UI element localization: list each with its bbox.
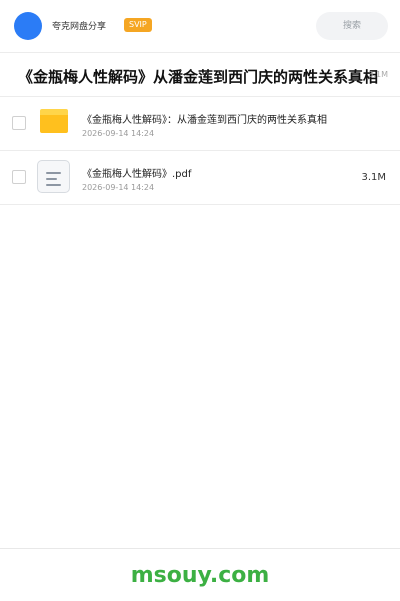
select-checkbox[interactable]: [12, 116, 26, 130]
file-date: 2026-09-14 14:24: [82, 129, 155, 138]
select-checkbox[interactable]: [12, 170, 26, 184]
app-name: 夸克网盘分享: [52, 22, 107, 32]
share-title-row: 《金瓶梅人性解码》从潘金莲到西门庆的两性关系真相 3.1M: [0, 53, 400, 97]
footer-bar: msouy.com: [0, 548, 400, 601]
header-bar: 夸克网盘分享 SVIP 搜索: [0, 0, 400, 53]
footer-brand[interactable]: msouy.com: [0, 563, 400, 588]
file-name[interactable]: 《金瓶梅人性解码》：从潘金莲到西门庆的两性关系真相: [82, 111, 327, 126]
share-title: 《金瓶梅人性解码》从潘金莲到西门庆的两性关系真相: [18, 68, 379, 86]
vip-badge: SVIP: [124, 18, 152, 32]
folder-icon: [40, 109, 68, 133]
avatar[interactable]: [14, 12, 42, 40]
search-button[interactable]: 搜索: [316, 12, 388, 40]
file-row-pdf[interactable]: 《金瓶梅人性解码》.pdf 2026-09-14 14:24 3.1M: [0, 151, 400, 205]
file-size: 3.1M: [361, 172, 386, 183]
share-total-size: 3.1M: [368, 70, 388, 79]
document-icon: [37, 160, 70, 193]
file-name[interactable]: 《金瓶梅人性解码》.pdf: [82, 165, 191, 180]
file-row-folder[interactable]: 《金瓶梅人性解码》：从潘金莲到西门庆的两性关系真相 2026-09-14 14:…: [0, 97, 400, 151]
file-date: 2026-09-14 14:24: [82, 183, 155, 192]
